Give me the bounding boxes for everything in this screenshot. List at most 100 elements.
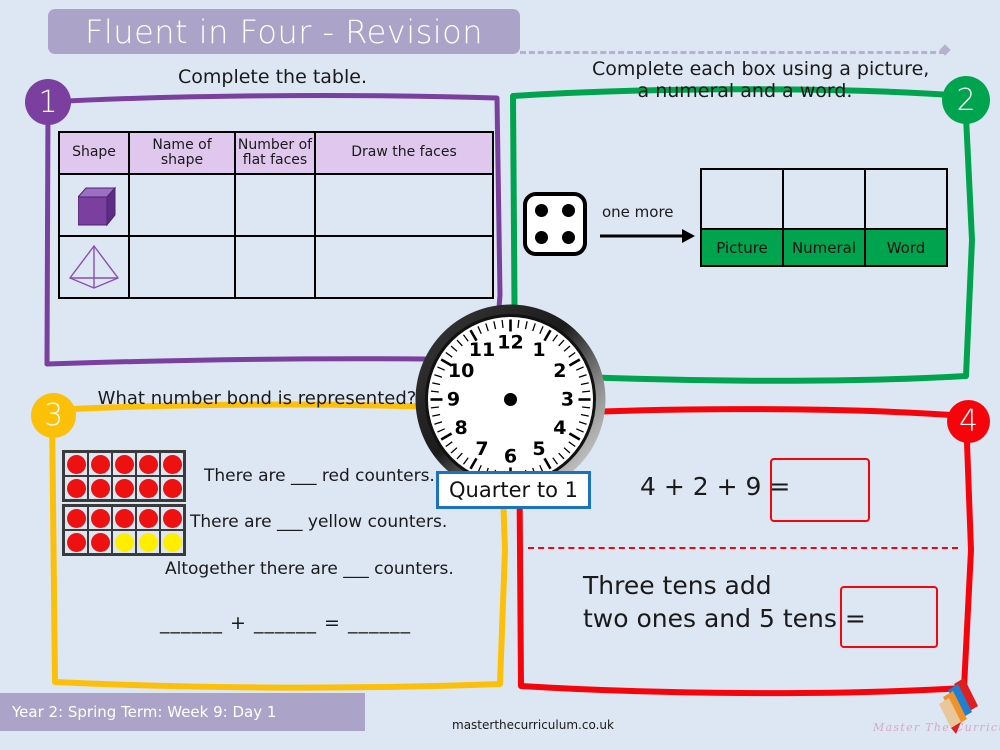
th-shape: Shape	[58, 131, 130, 175]
yellow-counter	[162, 532, 182, 552]
section4-question-2-line2: two ones and 5 tens =	[583, 603, 866, 633]
ten-frame-cell	[160, 452, 184, 476]
ten-frame-cell	[64, 476, 88, 500]
ten-frame-cell	[160, 530, 184, 554]
red-counter	[66, 454, 86, 474]
red-counter	[138, 508, 158, 528]
red-counter	[66, 478, 86, 498]
pencil-logo-icon	[939, 678, 978, 734]
section4-question-1: 4 + 2 + 9 =	[640, 472, 791, 501]
th-name-of-shape: Name of shape	[128, 131, 236, 175]
section4-divider	[528, 547, 958, 549]
ten-frame-cell	[136, 452, 160, 476]
section1-prompt: Complete the table.	[178, 66, 367, 88]
cell-name-blank-1[interactable]	[128, 173, 236, 237]
ten-frame-cell	[160, 506, 184, 530]
section2-prompt-line1: Complete each box using a picture,	[592, 58, 930, 80]
ten-frame-2	[62, 504, 186, 556]
ten-frame-cell	[112, 476, 136, 500]
cell-faces-blank-1[interactable]	[234, 173, 316, 237]
ten-frame-cell	[112, 452, 136, 476]
ten-frame-cell	[88, 506, 112, 530]
clock-numeral-3: 3	[561, 389, 574, 411]
clock-numeral-2: 2	[553, 360, 566, 382]
footer-lesson-banner: Year 2: Spring Term: Week 9: Day 1	[0, 693, 365, 731]
page-title-banner: Fluent in Four - Revision	[48, 9, 520, 54]
clock-numeral-4: 4	[553, 417, 566, 439]
th-number-of-flat-faces: Number of flat faces	[234, 131, 316, 175]
section2-prompt-line2: a numeral and a word.	[637, 80, 853, 103]
one-more-label: one more	[602, 203, 674, 221]
clock-numeral-9: 9	[447, 389, 460, 411]
yellow-counter	[138, 532, 158, 552]
ten-frame-cell	[88, 530, 112, 554]
cell-faces-blank-2[interactable]	[234, 235, 316, 299]
pnw-cell-numeral-blank[interactable]	[782, 168, 866, 230]
table-row	[58, 173, 494, 237]
cell-shape-pyramid	[58, 235, 130, 299]
ten-frame-1	[62, 450, 186, 502]
pnw-label-row: Picture Numeral Word	[700, 228, 948, 267]
th-draw-the-faces: Draw the faces	[314, 131, 494, 175]
section4-answer-box-2[interactable]	[840, 586, 938, 648]
pnw-cell-word-blank[interactable]	[864, 168, 948, 230]
clock-time-label: Quarter to 1	[436, 471, 591, 509]
section4-question-2-line1: Three tens add	[583, 571, 772, 600]
clock-numeral-10: 10	[448, 360, 474, 382]
table-header-row: Shape Name of shape Number of flat faces…	[58, 131, 494, 175]
table-row	[58, 235, 494, 299]
ten-frame-cell	[160, 476, 184, 500]
one-more-arrow-icon	[600, 229, 695, 243]
red-counter	[162, 478, 182, 498]
cell-draw-blank-2[interactable]	[314, 235, 494, 299]
section3-line-altogether: Altogether there are ___ counters.	[165, 559, 454, 579]
clock-numeral-5: 5	[532, 438, 545, 460]
title-dashed-rule	[520, 51, 945, 54]
cell-draw-blank-1[interactable]	[314, 173, 494, 237]
footer-lesson-text: Year 2: Spring Term: Week 9: Day 1	[12, 703, 277, 721]
page-title: Fluent in Four - Revision	[84, 12, 483, 51]
square-pyramid-icon	[60, 237, 128, 297]
red-counter	[114, 478, 134, 498]
section4-answer-box-1[interactable]	[770, 458, 870, 522]
ten-frame-cell	[88, 452, 112, 476]
analogue-clock-icon: 1 2 3 4 5 6 7 8 9 10 11 12	[413, 302, 608, 497]
red-counter	[90, 508, 110, 528]
pnw-cell-picture-blank[interactable]	[700, 168, 784, 230]
ten-frame-cell	[112, 530, 136, 554]
ten-frame-cell	[112, 506, 136, 530]
red-counter	[90, 478, 110, 498]
ten-frame-cell	[64, 452, 88, 476]
picture-numeral-word-table: Picture Numeral Word	[700, 168, 948, 267]
worksheet-page: Fluent in Four - Revision 1 2 3 4 Comple…	[0, 0, 1000, 750]
ten-frame-cell	[136, 530, 160, 554]
dice-pip	[562, 204, 575, 217]
dice-pip	[562, 231, 575, 244]
clock-numeral-7: 7	[475, 438, 488, 460]
cell-name-blank-2[interactable]	[128, 235, 236, 299]
section3-number-sentence[interactable]: ______ + ______ = ______	[160, 612, 411, 634]
red-counter	[114, 508, 134, 528]
pnw-blank-row	[700, 168, 948, 230]
red-counter	[90, 454, 110, 474]
dice-icon	[523, 192, 587, 256]
yellow-counter	[114, 532, 134, 552]
pnw-label-word: Word	[864, 228, 948, 267]
section3-line-red: There are ___ red counters.	[204, 466, 435, 486]
clock-numeral-6: 6	[504, 446, 517, 468]
section-badge-4: 4	[947, 400, 990, 443]
red-counter	[162, 508, 182, 528]
section3-prompt: What number bond is represented?	[97, 388, 417, 409]
cube-3d-icon	[60, 175, 128, 235]
clock-numeral-12: 12	[497, 332, 523, 354]
dice-pip	[535, 204, 548, 217]
red-counter	[66, 508, 86, 528]
clock-numeral-1: 1	[532, 339, 545, 361]
shape-table: Shape Name of shape Number of flat faces…	[58, 131, 494, 299]
pnw-label-picture: Picture	[700, 228, 784, 267]
red-counter	[66, 532, 86, 552]
footer-website: masterthecurriculum.co.uk	[452, 718, 614, 732]
clock-numeral-11: 11	[469, 339, 495, 361]
ten-frame-cell	[136, 506, 160, 530]
red-counter	[90, 532, 110, 552]
